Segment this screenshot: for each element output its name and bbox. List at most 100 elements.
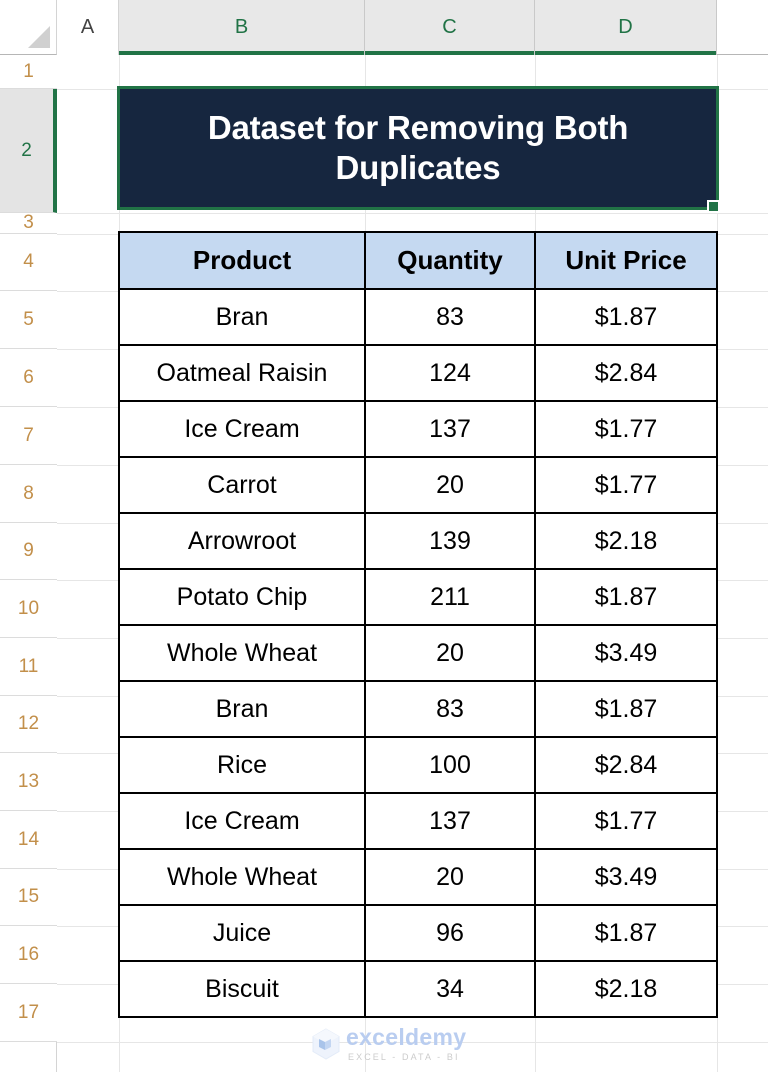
table-row: Arrowroot 139 $2.18 — [118, 512, 718, 570]
column-header-a[interactable]: A — [57, 0, 119, 55]
cell-quantity[interactable]: 100 — [364, 736, 536, 794]
column-header-b[interactable]: B — [119, 0, 365, 55]
cell-product[interactable]: Arrowroot — [118, 512, 366, 570]
row-header-label: 8 — [23, 482, 34, 504]
row-header-label: 4 — [23, 251, 34, 272]
cell-quantity[interactable]: 211 — [364, 568, 536, 626]
table-row: Carrot 20 $1.77 — [118, 456, 718, 514]
cell-product[interactable]: Biscuit — [118, 960, 366, 1018]
cell-quantity[interactable]: 20 — [364, 456, 536, 514]
row-header-label: 6 — [23, 366, 34, 388]
row-header-5[interactable]: 5 — [0, 291, 57, 349]
exceldemy-watermark: exceldemy EXCEL - DATA - BI — [311, 1022, 481, 1066]
column-header-d[interactable]: D — [535, 0, 717, 55]
column-header-label: C — [442, 16, 457, 38]
cell-unit-price[interactable]: $2.18 — [534, 512, 718, 570]
row-header-label: 16 — [17, 943, 40, 965]
cell-quantity[interactable]: 137 — [364, 400, 536, 458]
cell-unit-price[interactable]: $2.18 — [534, 960, 718, 1018]
cell-quantity[interactable]: 139 — [364, 512, 536, 570]
row-header-label: 7 — [23, 424, 34, 446]
cell-product[interactable]: Bran — [118, 288, 366, 346]
row-header-15[interactable]: 15 — [0, 869, 57, 926]
cell-unit-price[interactable]: $1.87 — [534, 288, 718, 346]
cell-product[interactable]: Ice Cream — [118, 792, 366, 850]
cell-quantity[interactable]: 96 — [364, 904, 536, 962]
cell-product[interactable]: Whole Wheat — [118, 848, 366, 906]
row-header-8[interactable]: 8 — [0, 465, 57, 523]
table-body: Bran 83 $1.87 Oatmeal Raisin 124 $2.84 Ice Cre… — [118, 288, 718, 1018]
row-header-label: 3 — [23, 212, 34, 233]
cell-unit-price[interactable]: $1.87 — [534, 680, 718, 738]
row-header-2[interactable]: 2 — [0, 89, 57, 213]
table-row: Biscuit 34 $2.18 — [118, 960, 718, 1018]
cell-unit-price[interactable]: $3.49 — [534, 624, 718, 682]
row-header-12[interactable]: 12 — [0, 696, 57, 753]
row-header-label: 2 — [21, 139, 32, 161]
cell-product[interactable]: Carrot — [118, 456, 366, 514]
column-header-unit-price[interactable]: Unit Price — [534, 231, 718, 290]
row-header-6[interactable]: 6 — [0, 349, 57, 407]
title-cell[interactable]: Dataset for Removing Both Duplicates — [120, 89, 716, 207]
cell-product[interactable]: Ice Cream — [118, 400, 366, 458]
select-all-button[interactable] — [0, 0, 57, 55]
spreadsheet-grid: ABCD 1 2 3 4 5 6 7 8 9 10 11 12 13 14 15 16 17 Dataset f… — [0, 0, 768, 1072]
row-header-14[interactable]: 14 — [0, 811, 57, 869]
row-header-label: 14 — [17, 828, 40, 850]
row-header-label: 17 — [17, 1001, 40, 1023]
column-header-c[interactable]: C — [365, 0, 535, 55]
cell-product[interactable]: Bran — [118, 680, 366, 738]
row-header-11[interactable]: 11 — [0, 638, 57, 696]
table-header-row: Product Quantity Unit Price — [118, 231, 718, 290]
row-header-label: 13 — [17, 770, 40, 792]
table-row: Bran 83 $1.87 — [118, 288, 718, 346]
table-row: Bran 83 $1.87 — [118, 680, 718, 738]
cell-unit-price[interactable]: $1.77 — [534, 792, 718, 850]
cell-unit-price[interactable]: $1.87 — [534, 568, 718, 626]
row-header-label: 12 — [17, 713, 40, 734]
cell-unit-price[interactable]: $1.77 — [534, 456, 718, 514]
cell-quantity[interactable]: 83 — [364, 288, 536, 346]
row-header-17[interactable]: 17 — [0, 984, 57, 1042]
fill-handle[interactable] — [707, 200, 720, 213]
gridline — [57, 213, 768, 214]
row-header-label: 10 — [17, 597, 40, 619]
column-header-product[interactable]: Product — [118, 231, 366, 290]
row-header-7[interactable]: 7 — [0, 407, 57, 465]
cell-product[interactable]: Whole Wheat — [118, 624, 366, 682]
cell-quantity[interactable]: 20 — [364, 848, 536, 906]
cell-unit-price[interactable]: $1.87 — [534, 904, 718, 962]
cell-unit-price[interactable]: $2.84 — [534, 736, 718, 794]
select-all-triangle-icon — [28, 26, 50, 48]
cell-quantity[interactable]: 20 — [364, 624, 536, 682]
cell-unit-price[interactable]: $3.49 — [534, 848, 718, 906]
cell-quantity[interactable]: 83 — [364, 680, 536, 738]
cell-quantity[interactable]: 124 — [364, 344, 536, 402]
table-row: Ice Cream 137 $1.77 — [118, 792, 718, 850]
cell-product[interactable]: Juice — [118, 904, 366, 962]
gridline — [57, 1042, 768, 1043]
column-header-label: B — [234, 16, 249, 38]
cell-unit-price[interactable]: $1.77 — [534, 400, 718, 458]
cell-quantity[interactable]: 34 — [364, 960, 536, 1018]
data-table: Product Quantity Unit Price Bran 83 $1.87 O… — [118, 231, 718, 1018]
cell-product[interactable]: Potato Chip — [118, 568, 366, 626]
table-row: Ice Cream 137 $1.77 — [118, 400, 718, 458]
row-header-1[interactable]: 1 — [0, 55, 57, 89]
table-row: Whole Wheat 20 $3.49 — [118, 848, 718, 906]
row-header-label: 5 — [23, 308, 34, 330]
column-header-bar: A B C D — [57, 0, 768, 55]
column-header-quantity[interactable]: Quantity — [364, 231, 536, 290]
row-header-16[interactable]: 16 — [0, 926, 57, 984]
row-header-3[interactable]: 3 — [0, 212, 57, 234]
row-header-10[interactable]: 10 — [0, 580, 57, 638]
cell-unit-price[interactable]: $2.84 — [534, 344, 718, 402]
row-header-4[interactable]: 4 — [0, 234, 57, 291]
cell-product[interactable]: Rice — [118, 736, 366, 794]
cell-quantity[interactable]: 137 — [364, 792, 536, 850]
row-header-9[interactable]: 9 — [0, 523, 57, 580]
row-header-13[interactable]: 13 — [0, 753, 57, 811]
table-row: Juice 96 $1.87 — [118, 904, 718, 962]
cell-product[interactable]: Oatmeal Raisin — [118, 344, 366, 402]
table-row: Potato Chip 211 $1.87 — [118, 568, 718, 626]
